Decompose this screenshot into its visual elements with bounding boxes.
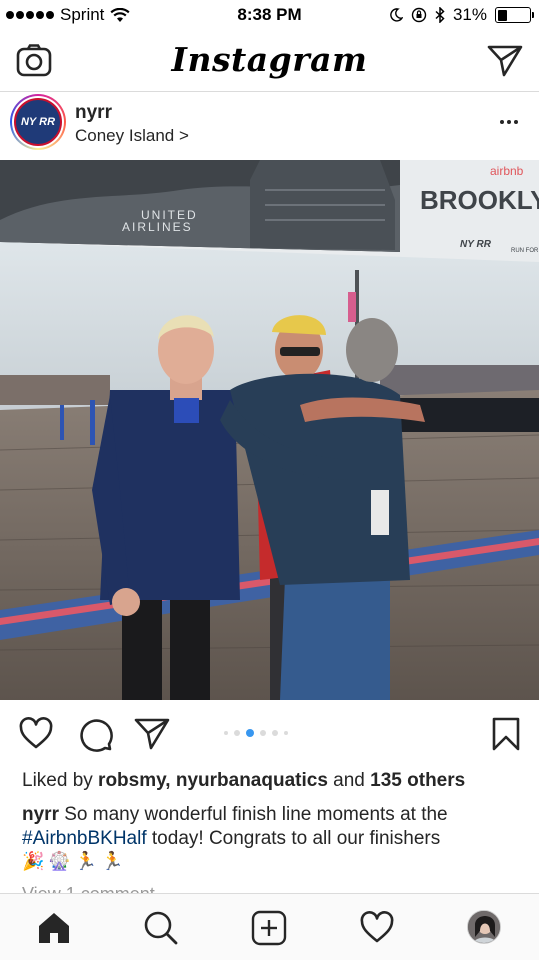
paper-plane-icon[interactable] xyxy=(487,44,523,78)
battery-fill xyxy=(497,9,508,21)
carousel-dot xyxy=(260,730,266,736)
likes-middle: and xyxy=(327,770,371,791)
likes-prefix: Liked by xyxy=(22,770,99,791)
more-horizontal-icon[interactable] xyxy=(497,110,521,134)
add-post-icon[interactable] xyxy=(251,910,287,946)
status-indicators: 31% xyxy=(389,5,534,25)
battery-percentage: 31% xyxy=(452,5,487,24)
banner-brooklyn: BROOKLYN H xyxy=(420,185,539,215)
caption-text-2: today! Congrats to all our finishers xyxy=(146,828,441,849)
app-header: Instagram xyxy=(0,30,539,92)
comment-bubble-icon[interactable] xyxy=(77,716,113,752)
carousel-indicator xyxy=(224,729,288,737)
search-icon[interactable] xyxy=(143,910,179,946)
photo-illustration: UNITED AIRLINES BROOKLYN H airbnb NY RR … xyxy=(0,160,539,700)
caption-hashtag[interactable]: #AirbnbBKHalf xyxy=(22,828,147,849)
banner-airlines: AIRLINES xyxy=(122,220,193,234)
banner-run: RUN FOR xyxy=(511,248,539,254)
home-icon[interactable] xyxy=(36,910,72,946)
instagram-logo: Instagram xyxy=(171,40,368,79)
liker-robsmy[interactable]: robsmy xyxy=(98,770,165,791)
nyrr-logo: NY RR xyxy=(14,98,62,146)
bluetooth-icon xyxy=(435,7,445,23)
post-photo[interactable]: UNITED AIRLINES BROOKLYN H airbnb NY RR … xyxy=(0,160,539,700)
battery-icon xyxy=(495,7,534,23)
carousel-dot xyxy=(284,731,288,735)
likes-others[interactable]: 135 others xyxy=(370,770,465,791)
caption-username[interactable]: nyrr xyxy=(22,804,59,825)
bottom-tab-bar xyxy=(0,893,539,960)
post-caption: nyrr So many wonderful finish line momen… xyxy=(22,803,527,851)
carousel-dot xyxy=(272,730,278,736)
orientation-lock-icon xyxy=(411,7,427,23)
heart-icon[interactable] xyxy=(18,716,54,752)
banner-airbnb: airbnb xyxy=(490,164,524,178)
caption-emojis: 🎉🎡🏃🏃 xyxy=(22,851,128,871)
share-paper-plane-icon[interactable] xyxy=(134,716,170,752)
status-bar: Sprint 8:38 PM 31% xyxy=(0,0,539,30)
banner-nyrr: NY RR xyxy=(460,239,492,250)
carousel-dot xyxy=(234,730,240,736)
post-actions xyxy=(0,712,539,758)
moon-icon xyxy=(390,8,403,22)
carousel-dot xyxy=(246,729,254,737)
liker-nyurbanaquatics[interactable]: nyurbanaquatics xyxy=(176,770,328,791)
post-header: NY RR nyrr Coney Island > xyxy=(0,92,539,160)
bookmark-icon[interactable] xyxy=(488,716,524,752)
post-username[interactable]: nyrr xyxy=(75,102,112,124)
profile-avatar[interactable] xyxy=(467,910,501,944)
likes-summary[interactable]: Liked by robsmy, nyurbanaquatics and 135… xyxy=(22,770,465,792)
avatar[interactable]: NY RR xyxy=(10,94,66,150)
caption-text-1: So many wonderful finish line moments at… xyxy=(58,804,448,825)
post-location[interactable]: Coney Island > xyxy=(75,126,189,146)
likes-separator: , xyxy=(165,770,176,791)
activity-heart-icon[interactable] xyxy=(359,910,395,946)
carousel-dot xyxy=(224,731,228,735)
